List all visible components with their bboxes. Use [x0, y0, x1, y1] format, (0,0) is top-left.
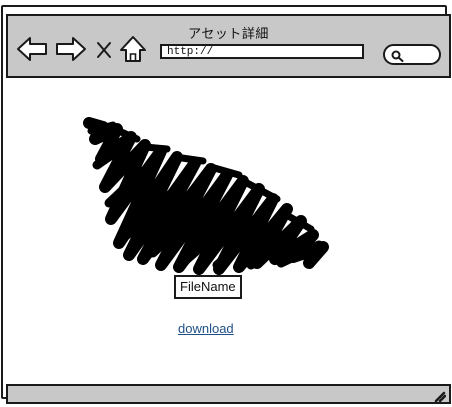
back-arrow-icon[interactable] — [15, 34, 49, 64]
status-bar — [6, 384, 451, 404]
page-content: FileName download — [6, 78, 451, 384]
forward-arrow-icon[interactable] — [54, 34, 88, 64]
asset-image-placeholder — [83, 117, 335, 275]
browser-window: アセット詳細 http:// FileName download — [1, 5, 451, 404]
close-icon[interactable] — [94, 34, 114, 64]
search-icon — [391, 49, 404, 67]
download-link[interactable]: download — [178, 321, 234, 336]
search-button[interactable] — [383, 44, 441, 65]
asset-filename: FileName — [174, 275, 242, 299]
url-input[interactable] — [160, 44, 364, 59]
home-icon[interactable] — [118, 34, 148, 64]
browser-toolbar: アセット詳細 — [6, 14, 451, 78]
resize-grip-icon[interactable] — [432, 388, 447, 403]
